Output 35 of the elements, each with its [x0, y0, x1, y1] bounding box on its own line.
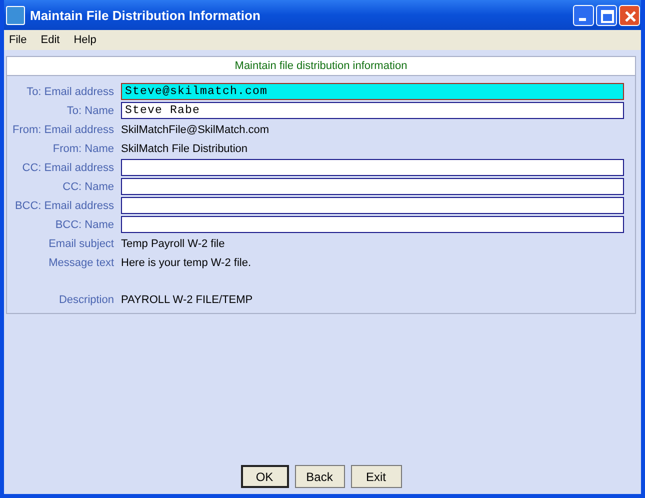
field-label: Description	[58, 294, 115, 306]
field-label: CC: Name	[62, 180, 115, 192]
menu-item[interactable]: File	[9, 34, 27, 46]
minimize-button[interactable]	[573, 4, 594, 26]
input-field[interactable]: Steve Rabe	[121, 102, 624, 119]
field-label: From: Name	[52, 142, 115, 154]
menu-item[interactable]: Edit	[40, 34, 60, 46]
field-label: BCC: Name	[54, 218, 115, 230]
dialog-button[interactable]: OK	[240, 465, 288, 488]
window-title: Maintain File Distribution Information	[30, 8, 262, 22]
field-value: Here is your temp W-2 file.	[121, 256, 252, 268]
field-value: PAYROLL W-2 FILE/TEMP	[121, 294, 253, 306]
input-field[interactable]: Steve@skilmatch.com	[121, 83, 624, 100]
dialog-button[interactable]: Back	[294, 465, 344, 488]
field-label: Message text	[48, 256, 115, 268]
input-field[interactable]	[121, 178, 624, 195]
field-label: BCC: Email address	[14, 200, 115, 212]
dialog-button[interactable]: Exit	[350, 465, 402, 488]
minimize-icon	[579, 18, 586, 20]
app-logo-icon	[6, 6, 25, 24]
menu-item[interactable]: Help	[74, 34, 96, 46]
field-label: Email subject	[48, 238, 115, 250]
form-header: Maintain file distribution information	[7, 57, 635, 76]
input-field[interactable]	[121, 197, 624, 214]
field-value: SkilMatchFile@SkilMatch.com	[121, 124, 270, 136]
field-label: From: Email address	[12, 124, 115, 136]
field-value: Temp Payroll W-2 file	[121, 238, 225, 250]
field-value: SkilMatch File Distribution	[121, 142, 248, 154]
field-label: CC: Email address	[21, 162, 115, 174]
close-button[interactable]	[619, 4, 640, 26]
input-field[interactable]	[121, 216, 624, 233]
input-field[interactable]	[121, 159, 624, 176]
field-label: To: Email address	[26, 86, 115, 98]
maximize-button[interactable]	[596, 4, 617, 26]
field-label: To: Name	[66, 104, 115, 116]
